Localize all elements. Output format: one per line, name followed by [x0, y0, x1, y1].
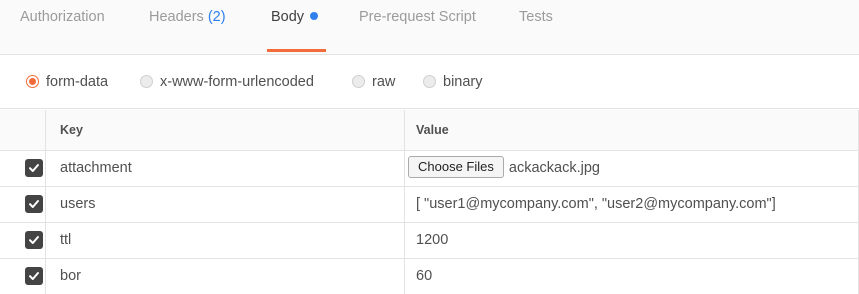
radio-icon[interactable] [352, 75, 365, 88]
row-key-input[interactable]: ttl [60, 223, 71, 258]
active-tab-underline [267, 49, 327, 52]
row-value-input[interactable]: [ "user1@mycompany.com", "user2@mycompan… [416, 187, 776, 222]
tab-label: Tests [519, 9, 553, 25]
column-divider [45, 110, 46, 294]
checkbox-checked-icon[interactable] [25, 231, 43, 249]
row-key-input[interactable]: attachment [60, 151, 132, 186]
mode-form-data[interactable]: form-data [26, 72, 108, 92]
column-divider [404, 110, 405, 294]
mode-raw[interactable]: raw [352, 72, 395, 92]
mode-binary[interactable]: binary [423, 72, 483, 92]
tab-authorization[interactable]: Authorization [20, 0, 105, 55]
mode-label: form-data [46, 74, 109, 90]
tab-body[interactable]: Body [267, 0, 327, 55]
choose-files-button[interactable]: Choose Files [408, 156, 504, 178]
checkbox-checked-icon[interactable] [25, 267, 43, 285]
row-key-input[interactable]: bor [60, 259, 81, 294]
file-name: ackackack.jpg [508, 160, 600, 176]
column-header-value: Value [416, 123, 449, 137]
tab-tests[interactable]: Tests [519, 0, 553, 55]
tab-label: Authorization [20, 9, 105, 25]
table-row: users [ "user1@mycompany.com", "user2@my… [0, 187, 859, 223]
blue-dot-icon [310, 12, 319, 20]
radio-icon[interactable] [423, 75, 436, 88]
checkbox-checked-icon[interactable] [25, 159, 43, 177]
tab-headers[interactable]: Headers (2) [149, 0, 226, 55]
radio-icon[interactable] [140, 75, 153, 88]
tab-label: Body [271, 9, 305, 25]
mode-label: raw [372, 74, 396, 90]
mode-label: binary [443, 74, 483, 90]
row-value-input[interactable]: 60 [416, 259, 432, 294]
table-row: bor 60 [0, 259, 859, 294]
tab-pre-request-script[interactable]: Pre-request Script [359, 0, 476, 55]
radio-selected-icon[interactable] [26, 75, 39, 88]
mode-label: x-www-form-urlencoded [160, 74, 314, 90]
tab-label: Pre-request Script [359, 9, 476, 25]
table-row: attachment Choose Files ackackack.jpg [0, 151, 859, 187]
headers-count-badge: (2) [207, 9, 226, 25]
body-mode-selector: form-data x-www-form-urlencoded raw bina… [0, 55, 859, 109]
table-header: Key Value [0, 110, 859, 151]
checkbox-checked-icon[interactable] [25, 195, 43, 213]
request-tabs-bar: Authorization Headers (2) Body Pre-reque… [0, 0, 859, 55]
table-row: ttl 1200 [0, 223, 859, 259]
row-key-input[interactable]: users [60, 187, 95, 222]
column-header-key: Key [60, 123, 83, 137]
row-value-file: Choose Files ackackack.jpg [408, 151, 600, 186]
row-value-input[interactable]: 1200 [416, 223, 448, 258]
tab-label: Headers [149, 9, 204, 25]
mode-x-www-form-urlencoded[interactable]: x-www-form-urlencoded [140, 72, 314, 92]
